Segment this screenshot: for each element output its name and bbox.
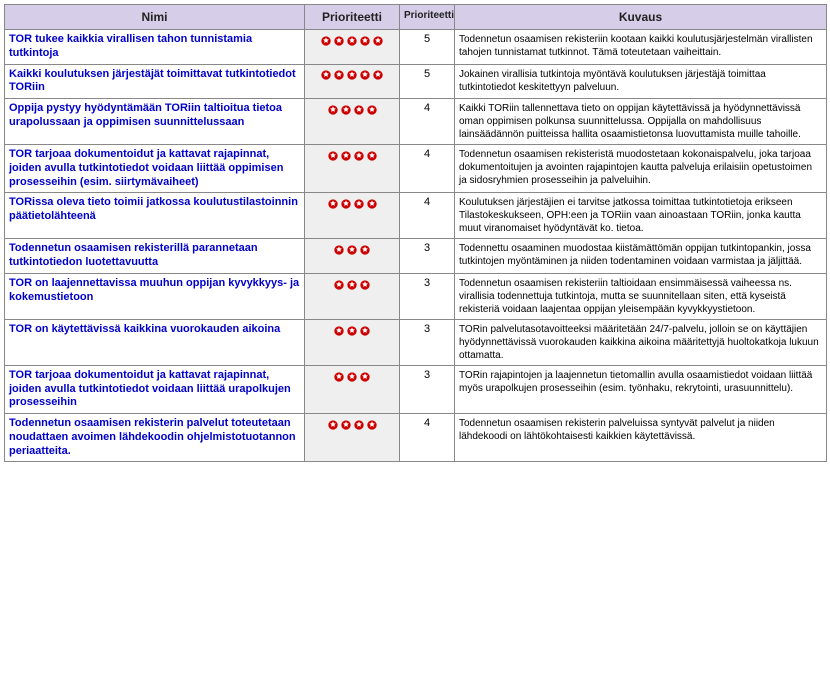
priority-star-icon: [327, 198, 339, 210]
priority-star-icon: [353, 150, 365, 162]
priority-star-icon: [333, 69, 345, 81]
cell-priority-icons: [305, 365, 400, 413]
priority-star-icon: [333, 279, 345, 291]
priority-star-icon: [359, 69, 371, 81]
priority-star-icon: [333, 371, 345, 383]
cell-priority-num: 5: [400, 30, 455, 65]
cell-name: Todennetun osaamisen rekisterillä parann…: [5, 239, 305, 274]
cell-name: TOR on laajennettavissa muuhun oppijan k…: [5, 273, 305, 319]
cell-name: TOR tukee kaikkia virallisen tahon tunni…: [5, 30, 305, 65]
priority-star-icon: [340, 104, 352, 116]
cell-description: Todennettu osaaminen muodostaa kiistämät…: [455, 239, 827, 274]
table-row: TOR tarjoaa dokumentoidut ja kattavat ra…: [5, 365, 827, 413]
cell-priority-num: 4: [400, 145, 455, 193]
cell-name: Oppija pystyy hyödyntämään TORiin taltio…: [5, 99, 305, 145]
priority-star-icon: [340, 150, 352, 162]
cell-priority-num: 5: [400, 64, 455, 99]
cell-priority-num: 3: [400, 365, 455, 413]
table-row: Todennetun osaamisen rekisterillä parann…: [5, 239, 827, 274]
priority-star-icon: [340, 198, 352, 210]
table-row: TORissa oleva tieto toimii jatkossa koul…: [5, 193, 827, 239]
cell-priority-num: 4: [400, 414, 455, 462]
cell-priority-icons: [305, 273, 400, 319]
cell-description: TORin rajapintojen ja laajennetun tietom…: [455, 365, 827, 413]
header-description: Kuvaus: [455, 5, 827, 30]
cell-priority-icons: [305, 30, 400, 65]
cell-description: Jokainen virallisia tutkintoja myöntävä …: [455, 64, 827, 99]
priority-star-icon: [346, 371, 358, 383]
cell-description: Todennetun osaamisen rekisterin palvelui…: [455, 414, 827, 462]
priority-star-icon: [353, 104, 365, 116]
table-row: Todennetun osaamisen rekisterin palvelut…: [5, 414, 827, 462]
cell-priority-icons: [305, 193, 400, 239]
table-row: TOR tukee kaikkia virallisen tahon tunni…: [5, 30, 827, 65]
header-priority-icons: Prioriteetti: [305, 5, 400, 30]
priority-star-icon: [333, 325, 345, 337]
priority-star-icon: [366, 198, 378, 210]
priority-star-icon: [333, 35, 345, 47]
priority-star-icon: [359, 35, 371, 47]
priority-star-icon: [346, 35, 358, 47]
cell-name: TOR tarjoaa dokumentoidut ja kattavat ra…: [5, 365, 305, 413]
priority-star-icon: [320, 69, 332, 81]
priority-star-icon: [346, 325, 358, 337]
priority-star-icon: [327, 104, 339, 116]
priority-star-icon: [359, 279, 371, 291]
cell-name: TOR tarjoaa dokumentoidut ja kattavat ra…: [5, 145, 305, 193]
priority-star-icon: [366, 419, 378, 431]
cell-description: Todennetun osaamisen rekisteriin kootaan…: [455, 30, 827, 65]
priority-star-icon: [333, 244, 345, 256]
table-row: TOR tarjoaa dokumentoidut ja kattavat ra…: [5, 145, 827, 193]
requirements-table: Nimi Prioriteetti Prioriteetti Kuvaus TO…: [4, 4, 827, 462]
cell-name: TORissa oleva tieto toimii jatkossa koul…: [5, 193, 305, 239]
cell-description: Todennetun osaamisen rekisteriin taltioi…: [455, 273, 827, 319]
cell-name: TOR on käytettävissä kaikkina vuorokaude…: [5, 319, 305, 365]
priority-star-icon: [366, 104, 378, 116]
cell-description: Todennetun osaamisen rekisteristä muodos…: [455, 145, 827, 193]
header-name: Nimi: [5, 5, 305, 30]
table-row: Oppija pystyy hyödyntämään TORiin taltio…: [5, 99, 827, 145]
table-row: TOR on laajennettavissa muuhun oppijan k…: [5, 273, 827, 319]
cell-priority-icons: [305, 319, 400, 365]
priority-star-icon: [353, 419, 365, 431]
priority-star-icon: [359, 244, 371, 256]
cell-priority-icons: [305, 145, 400, 193]
cell-priority-icons: [305, 99, 400, 145]
priority-star-icon: [359, 325, 371, 337]
cell-name: Todennetun osaamisen rekisterin palvelut…: [5, 414, 305, 462]
priority-star-icon: [340, 419, 352, 431]
priority-star-icon: [372, 69, 384, 81]
priority-star-icon: [346, 69, 358, 81]
priority-star-icon: [359, 371, 371, 383]
cell-priority-icons: [305, 239, 400, 274]
priority-star-icon: [372, 35, 384, 47]
table-row: Kaikki koulutuksen järjestäjät toimittav…: [5, 64, 827, 99]
cell-priority-num: 4: [400, 99, 455, 145]
table-row: TOR on käytettävissä kaikkina vuorokaude…: [5, 319, 827, 365]
cell-description: Kaikki TORiin tallennettava tieto on opp…: [455, 99, 827, 145]
priority-star-icon: [366, 150, 378, 162]
priority-star-icon: [327, 419, 339, 431]
priority-star-icon: [327, 150, 339, 162]
cell-priority-icons: [305, 414, 400, 462]
cell-priority-num: 4: [400, 193, 455, 239]
cell-priority-icons: [305, 64, 400, 99]
cell-name: Kaikki koulutuksen järjestäjät toimittav…: [5, 64, 305, 99]
priority-star-icon: [320, 35, 332, 47]
cell-description: TORin palvelutasotavoitteeksi määritetää…: [455, 319, 827, 365]
cell-priority-num: 3: [400, 239, 455, 274]
cell-description: Koulutuksen järjestäjien ei tarvitse jat…: [455, 193, 827, 239]
cell-priority-num: 3: [400, 319, 455, 365]
priority-star-icon: [346, 279, 358, 291]
priority-star-icon: [353, 198, 365, 210]
header-priority-num: Prioriteetti: [400, 5, 455, 30]
priority-star-icon: [346, 244, 358, 256]
cell-priority-num: 3: [400, 273, 455, 319]
header-row: Nimi Prioriteetti Prioriteetti Kuvaus: [5, 5, 827, 30]
